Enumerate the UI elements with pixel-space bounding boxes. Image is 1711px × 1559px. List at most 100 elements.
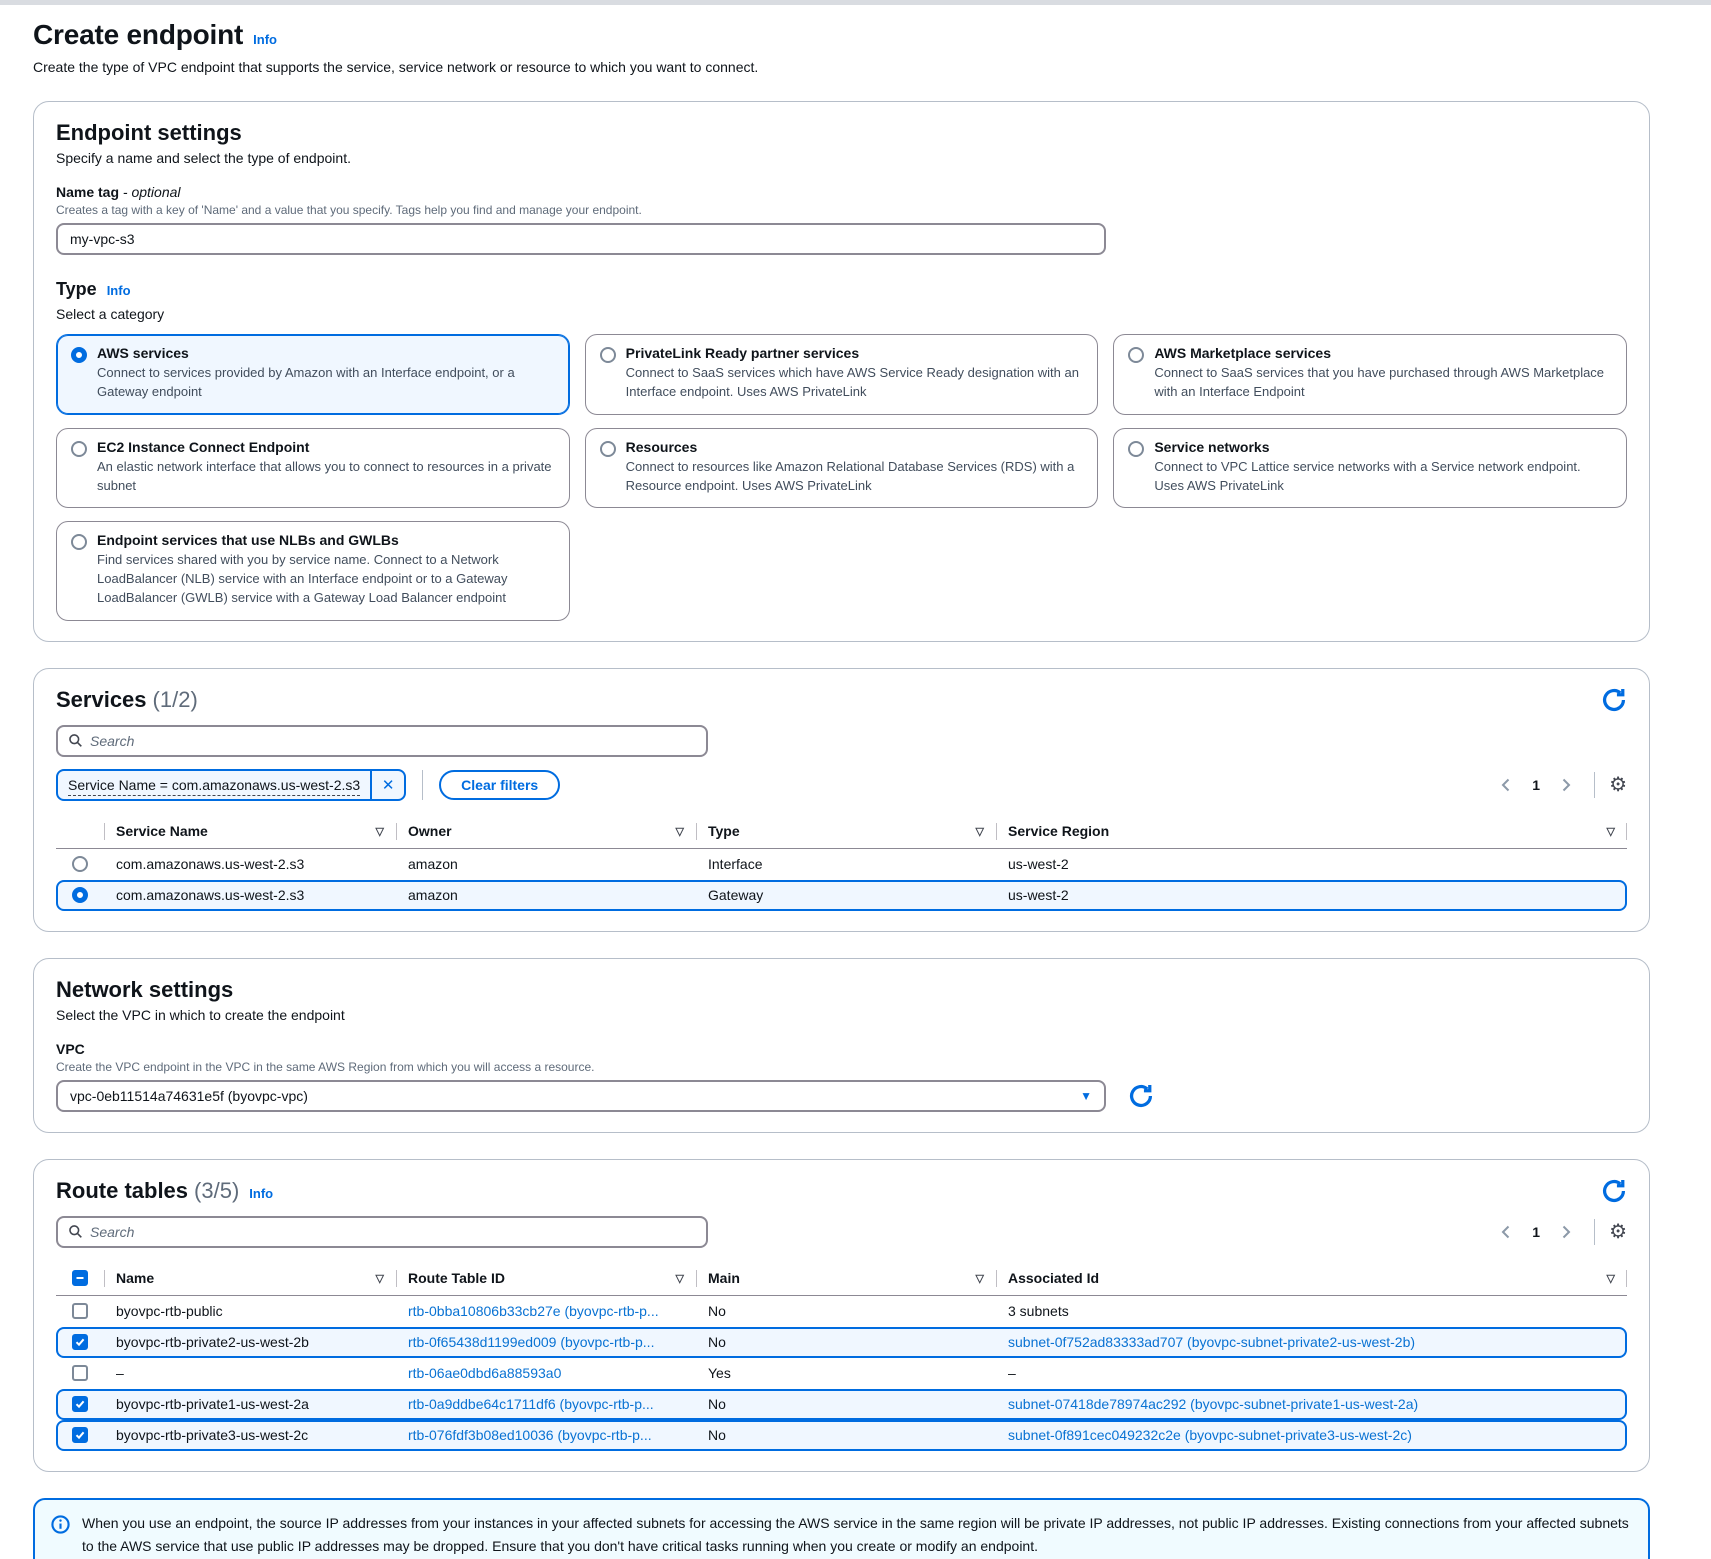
radio-icon[interactable] <box>72 856 88 872</box>
sort-icon[interactable]: ▽ <box>1599 1272 1615 1285</box>
sort-icon[interactable]: ▽ <box>668 825 684 838</box>
col-route-table-id[interactable]: Route Table ID▽ <box>396 1262 696 1295</box>
tile-endpoint-services-nlb-gwlb[interactable]: Endpoint services that use NLBs and GWLB… <box>56 521 570 621</box>
service-row-interface[interactable]: com.amazonaws.us-west-2.s3 amazon Interf… <box>56 849 1627 880</box>
service-row-gateway[interactable]: com.amazonaws.us-west-2.s3 amazon Gatewa… <box>56 880 1627 911</box>
page-number[interactable]: 1 <box>1524 1224 1548 1240</box>
route-table-row[interactable]: – rtb-06ae0dbd6a88593a0 Yes – <box>56 1358 1627 1389</box>
radio-selected-icon[interactable] <box>71 347 87 363</box>
rtb-name: – <box>104 1365 396 1381</box>
col-type[interactable]: Type▽ <box>696 815 996 848</box>
chevron-down-icon: ▼ <box>1080 1089 1092 1103</box>
route-table-row[interactable]: byovpc-rtb-private2-us-west-2b rtb-0f654… <box>56 1327 1627 1358</box>
tile-title: EC2 Instance Connect Endpoint <box>97 439 555 455</box>
rtb-id-link[interactable]: rtb-0f65438d1199ed009 (byovpc-rtb-p... <box>408 1334 654 1350</box>
rtb-id-link[interactable]: rtb-06ae0dbd6a88593a0 <box>408 1365 561 1381</box>
previous-page-icon[interactable] <box>1492 771 1520 799</box>
tile-privatelink-partner-services[interactable]: PrivateLink Ready partner services Conne… <box>585 334 1099 415</box>
endpoint-settings-description: Specify a name and select the type of en… <box>56 150 1627 166</box>
service-type: Interface <box>696 856 996 872</box>
tile-description: Connect to VPC Lattice service networks … <box>1154 458 1612 496</box>
sort-icon[interactable]: ▽ <box>1599 825 1615 838</box>
radio-selected-icon[interactable] <box>72 887 88 903</box>
filter-token-label[interactable]: Service Name = com.amazonaws.us-west-2.s… <box>68 777 360 796</box>
tile-resources[interactable]: Resources Connect to resources like Amaz… <box>585 428 1099 509</box>
subnet-link[interactable]: subnet-07418de78974ac292 (byovpc-subnet-… <box>1008 1396 1418 1412</box>
type-info-link[interactable]: Info <box>107 283 131 298</box>
page-header: Create endpointInfo Create the type of V… <box>33 19 1650 75</box>
row-checkbox[interactable] <box>72 1365 88 1381</box>
sort-icon[interactable]: ▽ <box>968 825 984 838</box>
route-table-row[interactable]: byovpc-rtb-private3-us-west-2c rtb-076fd… <box>56 1420 1627 1451</box>
filter-token[interactable]: Service Name = com.amazonaws.us-west-2.s… <box>56 769 406 801</box>
refresh-icon <box>1128 1083 1154 1109</box>
filter-token-close-icon[interactable]: ✕ <box>370 771 404 799</box>
clear-filters-button[interactable]: Clear filters <box>439 770 560 800</box>
services-search[interactable] <box>56 725 708 757</box>
col-service-region[interactable]: Service Region▽ <box>996 815 1627 848</box>
row-checkbox-checked[interactable] <box>72 1427 88 1443</box>
radio-icon[interactable] <box>600 347 616 363</box>
page-number[interactable]: 1 <box>1524 777 1548 793</box>
table-settings-gear-icon[interactable]: ⚙ <box>1609 775 1627 795</box>
row-checkbox-checked[interactable] <box>72 1334 88 1350</box>
next-page-icon[interactable] <box>1552 1218 1580 1246</box>
rtb-associated-id: – <box>996 1365 1627 1381</box>
tile-aws-services[interactable]: AWS services Connect to services provide… <box>56 334 570 415</box>
previous-page-icon[interactable] <box>1492 1218 1520 1246</box>
divider <box>1594 772 1595 798</box>
tile-description: Find services shared with you by service… <box>97 551 555 608</box>
col-service-name[interactable]: Service Name▽ <box>104 815 396 848</box>
subnets-popover-link[interactable]: 3 subnets <box>1008 1303 1069 1319</box>
name-tag-input[interactable] <box>56 223 1106 255</box>
page-info-link[interactable]: Info <box>253 32 277 47</box>
route-tables-refresh-button[interactable] <box>1601 1178 1627 1204</box>
tile-service-networks[interactable]: Service networks Connect to VPC Lattice … <box>1113 428 1627 509</box>
rtb-id-link[interactable]: rtb-0bba10806b33cb27e (byovpc-rtb-p... <box>408 1303 659 1319</box>
route-table-row[interactable]: byovpc-rtb-public rtb-0bba10806b33cb27e … <box>56 1296 1627 1327</box>
route-tables-info-link[interactable]: Info <box>249 1186 273 1201</box>
route-tables-table: Name▽ Route Table ID▽ Main▽ Associated I… <box>56 1262 1627 1451</box>
network-settings-card: Network settings Select the VPC in which… <box>33 958 1650 1133</box>
sort-icon[interactable]: ▽ <box>968 1272 984 1285</box>
services-search-input[interactable] <box>90 733 696 749</box>
rtb-main: No <box>696 1427 996 1443</box>
vpc-select[interactable]: vpc-0eb11514a74631e5f (byovpc-vpc) ▼ <box>56 1080 1106 1112</box>
col-owner[interactable]: Owner▽ <box>396 815 696 848</box>
row-checkbox-checked[interactable] <box>72 1396 88 1412</box>
route-tables-search-input[interactable] <box>90 1224 696 1240</box>
col-name[interactable]: Name▽ <box>104 1262 396 1295</box>
subnet-link[interactable]: subnet-0f891cec049232c2e (byovpc-subnet-… <box>1008 1427 1412 1443</box>
next-page-icon[interactable] <box>1552 771 1580 799</box>
select-all-checkbox-indeterminate[interactable] <box>72 1270 88 1286</box>
alert-text: When you use an endpoint, the source IP … <box>82 1512 1632 1558</box>
tile-title: PrivateLink Ready partner services <box>626 345 1084 361</box>
sort-icon[interactable]: ▽ <box>668 1272 684 1285</box>
vpc-refresh-button[interactable] <box>1128 1083 1154 1109</box>
sort-icon[interactable]: ▽ <box>368 1272 384 1285</box>
rtb-id-link[interactable]: rtb-0a9ddbe64c1711df6 (byovpc-rtb-p... <box>408 1396 654 1412</box>
radio-icon[interactable] <box>1128 441 1144 457</box>
radio-icon[interactable] <box>600 441 616 457</box>
sort-icon[interactable]: ▽ <box>368 825 384 838</box>
col-associated-id[interactable]: Associated Id▽ <box>996 1262 1627 1295</box>
tile-ec2-instance-connect[interactable]: EC2 Instance Connect Endpoint An elastic… <box>56 428 570 509</box>
service-type: Gateway <box>696 887 996 903</box>
route-tables-search[interactable] <box>56 1216 708 1248</box>
subnet-link[interactable]: subnet-0f752ad83333ad707 (byovpc-subnet-… <box>1008 1334 1415 1350</box>
radio-icon[interactable] <box>1128 347 1144 363</box>
services-refresh-button[interactable] <box>1601 687 1627 713</box>
table-settings-gear-icon[interactable]: ⚙ <box>1609 1222 1627 1242</box>
tile-title: AWS Marketplace services <box>1154 345 1612 361</box>
tile-description: Connect to SaaS services that you have p… <box>1154 364 1612 402</box>
radio-icon[interactable] <box>71 534 87 550</box>
tile-aws-marketplace-services[interactable]: AWS Marketplace services Connect to SaaS… <box>1113 334 1627 415</box>
row-checkbox[interactable] <box>72 1303 88 1319</box>
window-edge <box>0 0 1711 5</box>
vpc-constraint: Create the VPC endpoint in the VPC in th… <box>56 1060 1627 1074</box>
rtb-id-link[interactable]: rtb-076fdf3b08ed10036 (byovpc-rtb-p... <box>408 1427 652 1443</box>
type-tile-grid: AWS services Connect to services provide… <box>56 334 1627 621</box>
route-table-row[interactable]: byovpc-rtb-private1-us-west-2a rtb-0a9dd… <box>56 1389 1627 1420</box>
radio-icon[interactable] <box>71 441 87 457</box>
col-main[interactable]: Main▽ <box>696 1262 996 1295</box>
